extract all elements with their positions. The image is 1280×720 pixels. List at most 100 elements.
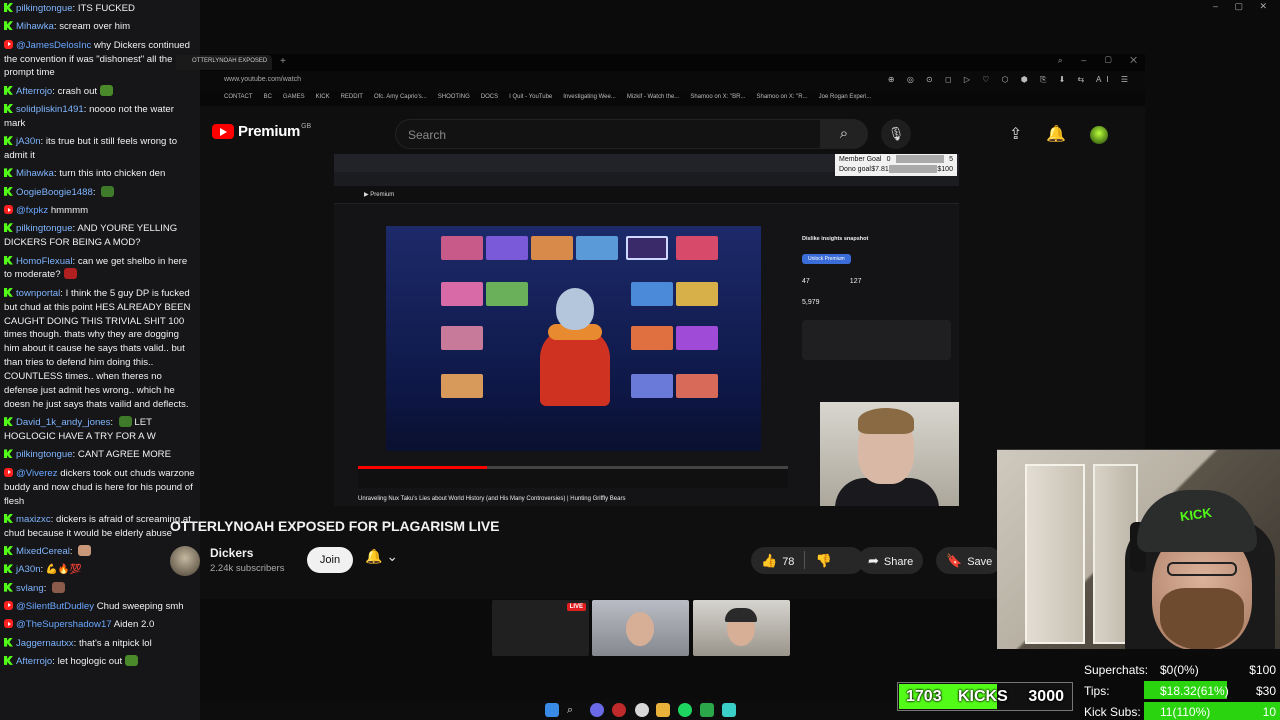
bookmark-item[interactable]: CONTACT [224, 94, 253, 100]
share-button[interactable]: ➦ Share [858, 547, 924, 574]
chat-username[interactable]: @Viverez [16, 468, 58, 479]
chat-message: solidpliskin1491: noooo not the water ma… [4, 104, 174, 129]
goal-value: $18.32(61%) [1160, 684, 1229, 698]
video-player[interactable]: ▶ Premium Unraveling Nux Taku's Lies abo… [334, 154, 959, 506]
join-button[interactable]: Join [307, 547, 353, 573]
chat-message: pilkingtongue: CANT AGREE MORE [4, 448, 196, 462]
chat-message: Afterrojo: crash out [4, 84, 196, 99]
opera-icon[interactable] [612, 703, 626, 717]
channel-avatar[interactable] [170, 546, 200, 576]
spotify-icon[interactable] [678, 703, 692, 717]
chat-username[interactable]: @SilentButDudley [16, 601, 94, 612]
inner-youtube-header: ▶ Premium [334, 186, 959, 204]
start-menu-icon[interactable] [545, 703, 559, 717]
bookmark-item[interactable]: Shamoo on X: "R... [756, 94, 807, 100]
chat-username[interactable]: MixedCereal [16, 546, 70, 557]
search-icon: ⌕ [839, 125, 849, 142]
chat-username[interactable]: OogieBoogie1488 [16, 187, 93, 198]
chat-username[interactable]: Mihawka [16, 21, 54, 32]
chat-username[interactable]: pilkingtongue [16, 449, 73, 460]
file-explorer-icon[interactable] [656, 703, 670, 717]
bookmark-item[interactable]: GAMES [283, 94, 305, 100]
upload-icon[interactable]: ⇪ [1009, 124, 1022, 144]
chat-username[interactable]: @fxpkz [16, 205, 48, 216]
youtube-brand: Premium [238, 123, 301, 140]
chat-username[interactable]: pilkingtongue [16, 3, 73, 14]
chat-username[interactable]: @JamesDelosInc [16, 40, 91, 51]
chrome-icon[interactable] [635, 703, 649, 717]
bookmark-item[interactable]: KICK [316, 94, 330, 100]
streamer-glasses [1167, 562, 1237, 576]
bookmark-item[interactable]: REDDIT [341, 94, 363, 100]
goal-name: Kick Subs: [1084, 705, 1141, 719]
search-input[interactable]: Search [395, 119, 820, 149]
chat-username[interactable]: townportal [16, 288, 60, 299]
thumbs-up-icon[interactable]: 👍 [761, 553, 777, 568]
channel-name[interactable]: Dickers [210, 546, 253, 560]
bookmark-item[interactable]: Investigating Wee... [563, 94, 616, 100]
bookmark-item[interactable]: DOCS [481, 94, 498, 100]
bookmark-item[interactable]: Mizkif - Watch the... [627, 94, 679, 100]
chat-message: MixedCereal: [4, 545, 196, 559]
search-icon[interactable]: ⌕ [567, 703, 581, 717]
like-dislike-buttons[interactable]: 👍 78 👎 [751, 547, 864, 574]
browser-window-controls[interactable]: ⌕ – ▢ ✕ [1058, 55, 1145, 66]
thumbs-down-icon[interactable]: 👎 [815, 553, 831, 568]
goal-target: $30 [1255, 684, 1276, 698]
kick-badge-icon [4, 85, 13, 95]
chat-username[interactable]: Afterrojo [16, 86, 52, 97]
bookmark-item[interactable]: Joe Rogan Experi... [819, 94, 872, 100]
chat-username[interactable]: maxizxc [16, 514, 51, 525]
extension-icons[interactable]: ⊕ ◎ ⊙ ◻ ▷ ♡ ⬡ ⬢ ⎘ ⬇ ⇆ AI ☰ [888, 75, 1133, 85]
chat-username[interactable]: solidpliskin1491 [16, 104, 84, 115]
preview-thumbnail[interactable] [592, 600, 689, 656]
youtube-premium-logo[interactable]: Premium GB [212, 123, 311, 140]
bookmarks-bar: CONTACT BC GAMES KICK REDDIT Ofc. Amy Caprio'… [200, 91, 1145, 106]
app-icon[interactable] [722, 703, 736, 717]
chat-username[interactable]: svlang [16, 583, 44, 594]
streamer-webcam: KICK [997, 449, 1280, 649]
subscriber-count: 2.24k subscribers [210, 563, 285, 574]
voice-search-button[interactable]: 🎙 [881, 119, 911, 149]
chat-username[interactable]: jA30n [16, 136, 41, 147]
chat-username[interactable]: Mihawka [16, 168, 54, 179]
chat-username[interactable]: Jaggernautxx [16, 638, 74, 649]
discord-icon[interactable] [590, 703, 604, 717]
chat-message: jA30n: its true but it still feels wrong… [4, 136, 178, 162]
thumbnail [441, 326, 483, 350]
chat-text: turn this into chicken den [59, 168, 166, 180]
bookmark-item[interactable]: Ofc. Amy Caprio's... [374, 94, 427, 100]
chat-username[interactable]: Afterrojo [16, 656, 52, 667]
notifications-bell-icon[interactable]: 🔔 [1046, 124, 1066, 144]
address-bar[interactable]: www.youtube.com/watch ⊕ ◎ ⊙ ◻ ▷ ♡ ⬡ ⬢ ⎘ … [200, 71, 1145, 91]
goal-row: Superchats: $0(0%) $100 [1080, 660, 1280, 678]
dono-goal-target: $100 [937, 166, 953, 173]
browser-tab-bar: OTTERLYNOAH EXPOSED + ⌕ – ▢ ✕ [176, 54, 1145, 71]
window-controls[interactable]: – ▢ ✕ [1213, 1, 1274, 12]
preview-thumbnail[interactable] [693, 600, 790, 656]
chat-message: Afterrojo: let hoglogic out [4, 654, 196, 669]
chat-username[interactable]: jA30n [16, 564, 41, 575]
chat-username[interactable]: pilkingtongue [16, 223, 73, 234]
video-title: OTTERLYNOAH EXPOSED FOR PLAGARISM LIVE [170, 518, 500, 534]
xbox-icon[interactable] [700, 703, 714, 717]
chat-username[interactable]: @TheSupershadow17 [16, 619, 112, 630]
bookmark-item[interactable]: I Quit - YouTube [509, 94, 552, 100]
kick-badge-icon [4, 655, 13, 665]
bookmark-item[interactable]: Shamoo on X: "BR... [690, 94, 745, 100]
preview-thumbnail[interactable]: LIVE [492, 600, 589, 656]
chat-message: @TheSupershadow17 Aiden 2.0 [4, 618, 196, 632]
search-button[interactable]: ⌕ [820, 119, 868, 149]
inner-info-card [802, 320, 951, 360]
save-button[interactable]: 🔖 Save [936, 547, 1003, 574]
chat-message: @JamesDelosInc why Dickers continued the… [4, 39, 196, 81]
browser-tab-active[interactable]: OTTERLYNOAH EXPOSED [176, 55, 272, 70]
emote-icon [118, 416, 132, 428]
bookmark-item[interactable]: SHOOTING [438, 94, 470, 100]
subscription-bell-button[interactable]: 🔔 ⌄ [365, 548, 398, 565]
chat-username[interactable]: David_1k_andy_jones [16, 417, 110, 428]
account-avatar[interactable] [1090, 126, 1108, 144]
bookmark-item[interactable]: BC [264, 94, 272, 100]
new-tab-button[interactable]: + [280, 56, 286, 67]
chat-username[interactable]: HomoFlexual [16, 256, 73, 267]
